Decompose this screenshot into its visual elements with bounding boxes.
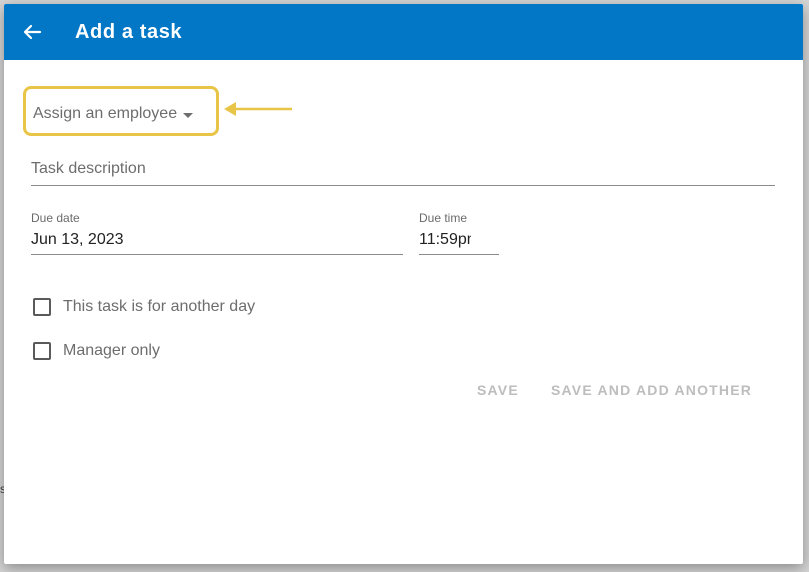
manager-only-label: Manager only	[63, 342, 160, 359]
add-task-dialog: Add a task Assign an employee Task descr…	[4, 4, 803, 564]
manager-only-checkbox[interactable]	[33, 342, 51, 360]
dialog-title: Add a task	[75, 21, 183, 43]
save-and-add-another-button[interactable]: SAVE AND ADD ANOTHER	[551, 382, 752, 404]
arrow-left-icon	[23, 24, 42, 40]
task-description-placeholder: Task description	[31, 160, 146, 177]
due-time-value: 11:59pm	[419, 231, 471, 248]
chevron-down-icon	[183, 112, 194, 118]
another-day-checkbox-row[interactable]: This task is for another day	[33, 298, 255, 316]
dialog-header: Add a task	[4, 4, 803, 60]
assign-employee-label: Assign an employee	[33, 105, 178, 122]
assign-employee-dropdown[interactable]: Assign an employee	[33, 103, 194, 125]
save-button[interactable]: SAVE	[477, 382, 519, 404]
due-date-field[interactable]: Due date Jun 13, 2023	[31, 209, 403, 255]
due-time-field[interactable]: Due time 11:59pm	[419, 209, 499, 255]
due-time-label: Due time	[419, 211, 468, 225]
task-description-field[interactable]: Task description	[31, 156, 775, 186]
assign-employee-highlight: Assign an employee	[23, 86, 219, 136]
another-day-label: This task is for another day	[63, 298, 256, 315]
due-date-value: Jun 13, 2023	[31, 231, 124, 248]
due-date-label: Due date	[31, 211, 80, 225]
another-day-checkbox[interactable]	[33, 298, 51, 316]
annotation-arrow-icon	[224, 102, 292, 116]
back-button[interactable]	[18, 18, 46, 46]
manager-only-checkbox-row[interactable]: Manager only	[33, 342, 160, 360]
